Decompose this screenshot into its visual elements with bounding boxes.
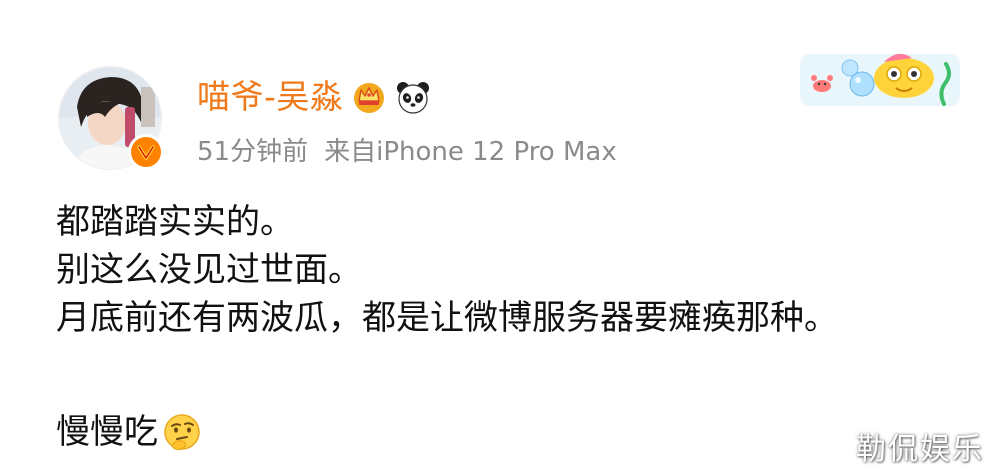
watermark: 勒侃娱乐 (856, 432, 984, 467)
username[interactable]: 喵爷-吴淼 (197, 76, 343, 118)
post-line: 别这么没见过世面。 (56, 250, 362, 290)
post-meta: 51分钟前 来自iPhone 12 Pro Max (197, 134, 617, 170)
panda-icon[interactable] (395, 79, 431, 115)
card-decoration-icon (800, 44, 960, 110)
avatar-container[interactable] (58, 66, 164, 170)
post-line: 慢慢吃 (56, 412, 158, 452)
post-line-last: 慢慢吃 (56, 408, 838, 456)
verified-v-icon (128, 134, 164, 170)
crown-icon[interactable] (351, 79, 387, 115)
post-content: 都踏踏实实的。 别这么没见过世面。 月底前还有两波瓜，都是让微博服务器要瘫痪那种… (56, 198, 838, 456)
username-row: 喵爷-吴淼 (197, 76, 431, 118)
post-line: 月底前还有两波瓜，都是让微博服务器要瘫痪那种。 (56, 298, 838, 338)
post-time: 51分钟前 (197, 137, 309, 167)
post-source[interactable]: 来自iPhone 12 Pro Max (324, 137, 617, 167)
weibo-post-card: 喵爷-吴淼 51分钟前 来自iPhone 12 Pro Max 都踏踏实实的。 … (0, 0, 1000, 476)
thinking-emoji-icon (162, 412, 202, 452)
post-line: 都踏踏实实的。 (56, 202, 294, 242)
